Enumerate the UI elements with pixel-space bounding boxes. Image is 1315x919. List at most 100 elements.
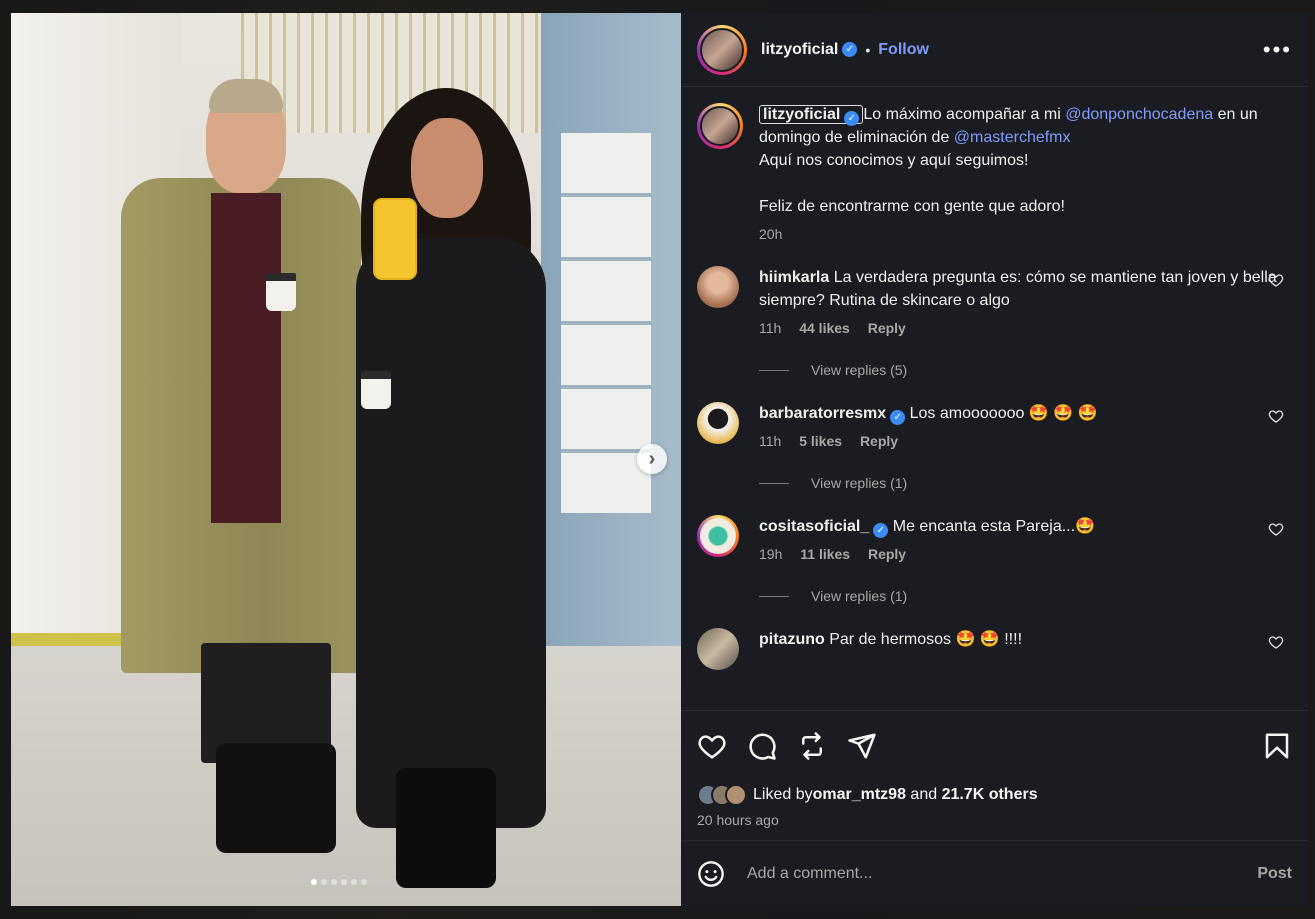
comment-item: hiimkarla La verdadera pregunta es: cómo… [697,266,1292,378]
comment-icon[interactable] [747,731,777,761]
caption-avatar[interactable] [697,103,743,149]
caption-line-3: Aquí nos conocimos y aquí seguimos! [759,152,1029,169]
man-hair [209,79,283,113]
comment-avatar-image [700,518,736,554]
carousel-dot[interactable] [361,879,367,885]
reply-button[interactable]: Reply [868,546,906,562]
likes-summary: Liked by omar_mtz98 and 21.7K others [681,780,1308,810]
comment-item: barbaratorresmx ✓ Los amooooooo 🤩 🤩 🤩 11h… [697,402,1292,491]
view-replies-button[interactable]: View replies (5) [759,362,1292,378]
author-avatar[interactable] [697,24,747,75]
comment-text: Me encanta esta Pareja...🤩 [892,518,1095,535]
comment-body: barbaratorresmx ✓ Los amooooooo 🤩 🤩 🤩 11h… [759,402,1279,449]
comment-time: 11h [759,433,782,449]
comment-input[interactable] [747,864,1258,883]
comment-heart-icon[interactable] [1268,408,1284,424]
woman-dress [356,238,546,828]
heart-icon[interactable] [697,731,727,761]
caption-time: 20h [759,226,783,242]
coffee-cup [361,371,391,409]
comment-likes[interactable]: 11 likes [800,546,850,562]
carousel-dots [311,879,367,885]
emoji-icon[interactable] [697,860,725,888]
comment-item: cositasoficial_ ✓ Me encanta esta Pareja.… [697,515,1292,604]
comment-username[interactable]: cositasoficial_ [759,518,869,535]
mention-link-1[interactable]: @donponchocadena [1065,106,1213,123]
caption-username[interactable]: litzyoficial ✓ [759,105,864,126]
comment-body: pitazuno Par de hermosos 🤩 🤩 !!!! [759,628,1279,651]
reply-button[interactable]: Reply [868,320,906,336]
comment-text: La verdadera pregunta es: cómo se mantie… [759,269,1277,309]
comment-avatar[interactable] [697,402,739,444]
woman-face [411,118,483,218]
man-boots [216,743,336,853]
liker-avatar [725,784,747,806]
carousel-dot[interactable] [351,879,357,885]
post-side-pane: litzyoficial ✓ • Follow ••• litzyoficial… [681,13,1308,906]
caption: litzyoficial ✓ Lo máximo acompañar a mi @d… [697,103,1292,242]
comment-row: barbaratorresmx ✓ Los amooooooo 🤩 🤩 🤩 11h… [697,402,1292,449]
verified-icon: ✓ [844,111,860,126]
next-image-button[interactable]: › [637,444,667,474]
carousel-dot[interactable] [341,879,347,885]
posted-time[interactable]: 20 hours ago [681,810,1308,840]
comment-username[interactable]: hiimkarla [759,269,829,286]
comment-text: Los amooooooo 🤩 🤩 🤩 [909,405,1098,422]
liked-others-link[interactable]: 21.7K others [942,786,1038,804]
caption-text-part1: Lo máximo acompañar a mi [863,106,1066,123]
chevron-right-icon: › [648,447,656,470]
author-avatar-image [700,27,744,72]
comment-username[interactable]: barbaratorresmx [759,405,886,422]
caption-body: litzyoficial ✓ Lo máximo acompañar a mi @d… [759,103,1279,242]
comment-heart-icon[interactable] [1268,521,1284,537]
view-replies-label: View replies (1) [811,475,908,491]
post-photo[interactable]: › [11,13,681,906]
comment-time: 11h [759,320,782,336]
post-comment-button[interactable]: Post [1257,865,1292,883]
more-icon[interactable]: ••• [1263,37,1292,63]
comment-avatar[interactable] [697,266,739,308]
carousel-dot[interactable] [321,879,327,885]
reply-button[interactable]: Reply [860,433,898,449]
comment-text-line: cositasoficial_ ✓ Me encanta esta Pareja.… [759,515,1279,538]
send-icon[interactable] [847,731,877,761]
carousel-dot[interactable] [311,879,317,885]
comment-heart-icon[interactable] [1268,634,1284,650]
mention-link-2[interactable]: @masterchefmx [954,129,1071,146]
comment-text-line: pitazuno Par de hermosos 🤩 🤩 !!!! [759,628,1279,651]
view-replies-label: View replies (1) [811,588,908,604]
carousel-dot[interactable] [331,879,337,885]
comment-text-line: barbaratorresmx ✓ Los amooooooo 🤩 🤩 🤩 [759,402,1279,425]
view-replies-button[interactable]: View replies (1) [759,475,1292,491]
follow-button[interactable]: Follow [878,41,929,59]
verified-icon: ✓ [890,410,906,425]
comment-row: cositasoficial_ ✓ Me encanta esta Pareja.… [697,515,1292,562]
comment-avatar[interactable] [697,515,739,557]
comment-avatar[interactable] [697,628,739,670]
view-replies-button[interactable]: View replies (1) [759,588,1292,604]
comment-heart-icon[interactable] [1268,272,1284,288]
bookmark-icon[interactable] [1262,731,1292,761]
caption-meta: 20h [759,226,1279,242]
comment-text-line: hiimkarla La verdadera pregunta es: cómo… [759,266,1279,312]
caption-avatar-image [700,106,740,146]
liked-prefix: Liked by [753,786,813,803]
woman-boots [396,768,496,888]
comment-username[interactable]: pitazuno [759,631,825,648]
comment-body: hiimkarla La verdadera pregunta es: cómo… [759,266,1279,336]
comment-meta: 19h 11 likes Reply [759,546,1279,562]
add-comment-bar: Post [681,840,1308,906]
caption-line-4: Feliz de encontrarme con gente que adoro… [759,198,1065,215]
share-icon[interactable] [797,731,827,761]
comment-row: hiimkarla La verdadera pregunta es: cómo… [697,266,1292,336]
comment-likes[interactable]: 44 likes [799,320,850,336]
post-header: litzyoficial ✓ • Follow ••• [681,13,1308,87]
author-username[interactable]: litzyoficial [761,41,838,59]
comments-list[interactable]: litzyoficial ✓ Lo máximo acompañar a mi @d… [681,87,1308,710]
comment-time: 19h [759,546,783,562]
comment-row: pitazuno Par de hermosos 🤩 🤩 !!!! [697,628,1292,670]
comment-text: Par de hermosos 🤩 🤩 !!!! [829,631,1023,648]
liked-user-link[interactable]: omar_mtz98 [813,786,906,804]
verified-icon: ✓ [842,42,858,57]
comment-likes[interactable]: 5 likes [799,433,842,449]
